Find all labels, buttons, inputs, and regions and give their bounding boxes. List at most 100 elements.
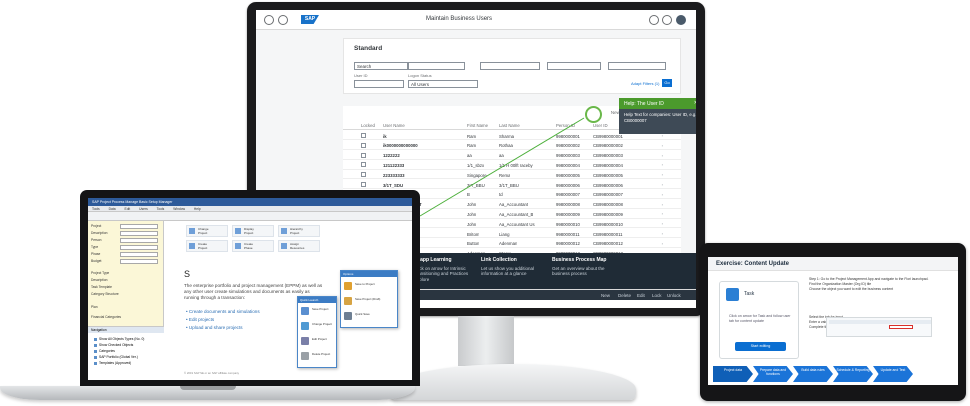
table-cell: 9980000006 (556, 182, 580, 188)
tree-item[interactable]: Templates (Approved) (94, 361, 131, 365)
help-card-learning[interactable]: In-app Learning Click on arrow for Intri… (414, 257, 480, 282)
process-step[interactable]: Build data rules (793, 366, 833, 382)
chevron-right-icon[interactable]: › (662, 241, 663, 246)
chevron-right-icon[interactable]: › (662, 202, 663, 207)
start-editing-button[interactable]: Start editing (735, 342, 786, 351)
chevron-right-icon[interactable]: › (662, 192, 663, 197)
form-input[interactable] (120, 238, 158, 243)
help-card-links[interactable]: Link Collection Let us show you addition… (481, 257, 547, 277)
footer-edit-button[interactable]: Edit (637, 293, 645, 298)
logon-status-select[interactable]: All Users (408, 80, 478, 88)
go-button[interactable]: Go (662, 79, 672, 87)
chevron-right-icon[interactable]: › (662, 143, 663, 148)
chevron-right-icon[interactable]: › (662, 231, 663, 236)
form-input[interactable] (120, 245, 158, 250)
app-tile[interactable]: Assign Resources (278, 240, 320, 252)
filter-field-1[interactable] (408, 62, 465, 70)
menu-item[interactable]: Edit (125, 207, 131, 211)
popup-item[interactable]: Save to Project (344, 281, 396, 292)
help-card-text: Get an overview about the business proce… (552, 265, 605, 277)
chevron-right-icon[interactable]: › (662, 182, 663, 187)
home-icon[interactable] (278, 15, 288, 25)
popup-item[interactable]: Delete Project (301, 351, 353, 362)
menu-item[interactable]: Users (139, 207, 148, 211)
chevron-right-icon[interactable]: › (662, 221, 663, 226)
form-input[interactable] (120, 252, 158, 257)
table-row[interactable]: 121122333 1/1_sbzx 1/1 H 00lft raceby 99800… (343, 160, 681, 170)
app-tile[interactable]: Create Phase (232, 240, 274, 252)
footer-delete-button[interactable]: Delete (618, 293, 631, 298)
app-tile[interactable]: Display Project (232, 225, 274, 237)
monitor-stand-neck (458, 316, 514, 366)
app-tile[interactable]: Create Project (186, 240, 228, 252)
filter-field-3[interactable] (547, 62, 601, 70)
form-input[interactable] (120, 224, 158, 229)
menu-item[interactable]: Tools (92, 207, 100, 211)
popup-item[interactable]: Save Project (Draft) (344, 296, 396, 307)
tile-icon (189, 243, 195, 249)
table-cell: ik0000000000000 (383, 143, 418, 149)
table-row[interactable]: 3/1T_SDU 3rT_BBU 3/1T_BBU 9980000006 CB99800… (343, 180, 681, 190)
row-checkbox[interactable] (361, 172, 366, 178)
menu-item[interactable]: Tools (157, 207, 165, 211)
popup-item[interactable]: Edit Project (301, 336, 353, 347)
tree-item[interactable]: SAP Portfolio (Global Ver.) (94, 355, 138, 359)
tree-item[interactable]: Categories (94, 349, 115, 353)
adapt-filters-link[interactable]: Adapt Filters (1) (631, 81, 659, 86)
filter-field-2[interactable] (480, 62, 540, 70)
footer-lock-button[interactable]: Lock (652, 293, 662, 298)
menu-item[interactable]: Help (194, 207, 201, 211)
form-label: Task Template (91, 285, 113, 289)
user-id-input[interactable] (354, 80, 404, 88)
tree-item[interactable]: Show All Objects Types (No. 0) (94, 337, 144, 341)
popup-item[interactable]: Quick Save (344, 311, 396, 322)
column-header[interactable]: Person ID (556, 123, 575, 128)
mini-toolbar (829, 320, 931, 324)
table-row[interactable]: 1222222 aa aa 9980000003 CB9980000003 › (343, 151, 681, 160)
table-cell: CB9980000005 (593, 172, 623, 178)
table-cell: 9980000009 (556, 211, 580, 217)
back-icon[interactable] (264, 15, 274, 25)
column-header[interactable]: First Name (467, 123, 488, 128)
process-step[interactable]: Update and Test (873, 366, 913, 382)
form-input[interactable] (120, 231, 158, 236)
user-avatar[interactable] (676, 15, 686, 25)
process-step[interactable]: Project data (713, 366, 753, 382)
close-icon[interactable]: ✕ (694, 100, 696, 106)
footer-unlock-button[interactable]: Unlock (667, 293, 681, 298)
help-card-title: In-app Learning (414, 257, 452, 263)
variant-title[interactable]: Standard (354, 45, 382, 52)
form-label: Project Type (91, 271, 110, 275)
search-input[interactable]: Search (354, 62, 408, 70)
app-tile[interactable]: Hierarchy Project (278, 225, 320, 237)
footer-new-button[interactable]: New (601, 293, 610, 298)
chevron-right-icon[interactable]: › (662, 162, 663, 167)
chevron-right-icon[interactable]: › (662, 211, 663, 216)
row-checkbox[interactable] (361, 142, 366, 148)
process-step[interactable]: Prepare data and functions (753, 366, 793, 382)
help-card-title: Business Process Map (552, 257, 607, 263)
tree-item[interactable]: Show Checked Objects (94, 343, 133, 347)
row-checkbox[interactable] (361, 182, 366, 187)
chevron-right-icon[interactable]: › (662, 172, 663, 177)
table-row[interactable]: ik0000000000000 Ram Rothaa 9980000002 CB9980… (343, 141, 681, 150)
table-row[interactable]: 223333333 Singapore Rema 9980000005 CB998000… (343, 170, 681, 180)
help-card-process-map[interactable]: Business Process Map Get an overview abo… (552, 257, 618, 277)
search-icon[interactable] (649, 15, 659, 25)
table-cell: Aa_Accountant (499, 202, 529, 208)
help-icon[interactable] (662, 15, 672, 25)
form-input[interactable] (120, 259, 158, 264)
process-step[interactable]: Schedule & Reporting (833, 366, 873, 382)
menu-item[interactable]: Window (173, 207, 185, 211)
column-header[interactable]: User Name (383, 123, 405, 128)
filter-field-4[interactable] (608, 62, 666, 70)
column-header[interactable]: Last Name (499, 123, 520, 128)
chevron-right-icon[interactable]: › (662, 153, 663, 158)
row-checkbox[interactable] (361, 152, 366, 158)
row-checkbox[interactable] (361, 162, 366, 168)
app-tile[interactable]: Change Project (186, 225, 228, 237)
row-checkbox[interactable] (361, 133, 366, 138)
column-header[interactable]: Locked (361, 123, 375, 128)
column-header[interactable]: User ID (593, 123, 608, 128)
menu-item[interactable]: Data (109, 207, 116, 211)
